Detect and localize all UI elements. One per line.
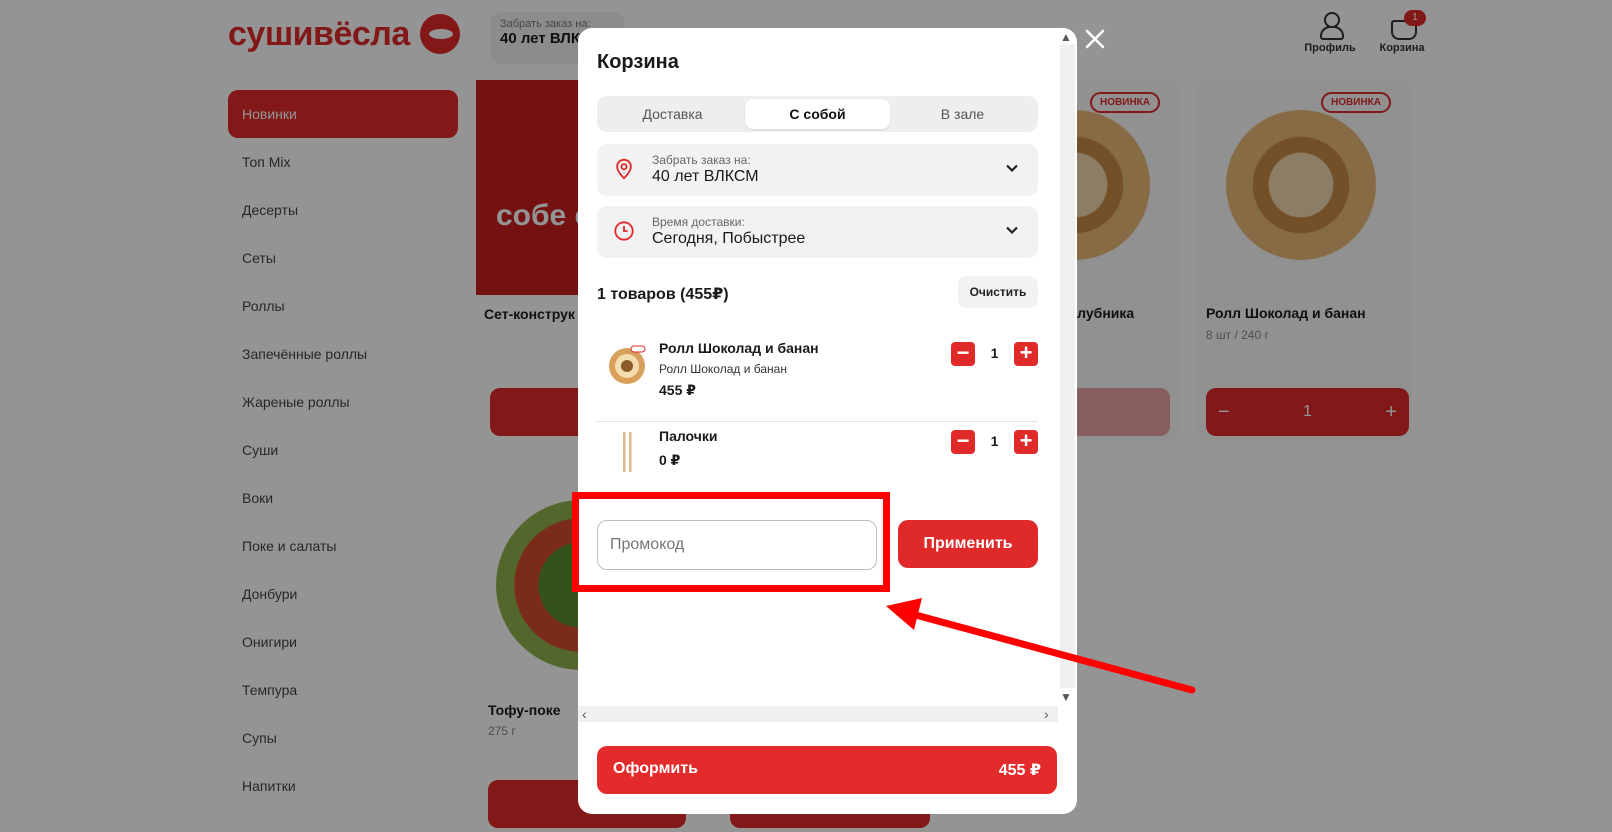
item-name: Палочки (659, 428, 718, 444)
pickup-time-select[interactable]: Время доставки: Сегодня, Побыстрее (597, 206, 1038, 258)
increase-button[interactable]: + (1014, 342, 1038, 366)
tab-dine-in[interactable]: В зале (890, 99, 1035, 129)
time-value: Сегодня, Побыстрее (652, 230, 806, 247)
chevron-down-icon (1006, 164, 1018, 173)
item-qty: 1 (990, 345, 999, 361)
cart-item: Ролл Шоколад и банан Ролл Шоколад и бана… (597, 332, 1038, 412)
order-type-tabs: Доставка С собой В зале (597, 96, 1038, 132)
scroll-right-icon[interactable]: › (1044, 706, 1049, 722)
checkout-button[interactable]: Оформить 455 ₽ (597, 746, 1057, 794)
apply-promo-button[interactable]: Применить (898, 520, 1038, 568)
increase-button[interactable]: + (1014, 430, 1038, 454)
checkout-total: 455 ₽ (998, 762, 1041, 779)
tab-takeaway[interactable]: С собой (745, 99, 890, 129)
item-price: 455 ₽ (659, 382, 696, 398)
scroll-up-icon[interactable]: ▲ (1060, 30, 1072, 44)
quantity-stepper: − 1 + (951, 342, 1038, 366)
item-description: Ролл Шоколад и банан (659, 362, 787, 376)
cart-title: Корзина (597, 51, 679, 73)
decrease-button[interactable]: − (951, 342, 975, 366)
item-qty: 1 (990, 433, 999, 449)
chevron-down-icon (1006, 226, 1018, 235)
checkout-label: Оформить (613, 760, 698, 777)
annotation-highlight-box (572, 492, 890, 592)
time-label: Время доставки: (652, 215, 745, 229)
clear-cart-button[interactable]: Очистить (958, 276, 1038, 308)
close-icon[interactable] (1084, 28, 1106, 50)
scroll-left-icon[interactable]: ‹ (582, 706, 587, 722)
cart-item: Палочки 0 ₽ − 1 + (597, 422, 1038, 482)
decrease-button[interactable]: − (951, 430, 975, 454)
cart-modal: Корзина Доставка С собой В зале Забрать … (578, 28, 1077, 814)
location-pin-icon (616, 158, 632, 180)
item-price: 0 ₽ (659, 452, 681, 468)
roll-image (609, 345, 646, 384)
vertical-scrollbar[interactable] (1060, 44, 1075, 688)
cart-summary: 1 товаров (455₽) (597, 286, 729, 303)
clock-icon (614, 221, 634, 241)
chopsticks-image (623, 432, 632, 472)
tab-delivery[interactable]: Доставка (600, 99, 745, 129)
pickup-value: 40 лет ВЛКСМ (652, 168, 759, 185)
pickup-label: Забрать заказ на: (652, 153, 751, 167)
cart-scroll-area: Корзина Доставка С собой В зале Забрать … (578, 28, 1077, 722)
scroll-down-icon[interactable]: ▼ (1060, 690, 1072, 704)
horizontal-scrollbar[interactable]: ‹ › (578, 706, 1058, 722)
pickup-address-select[interactable]: Забрать заказ на: 40 лет ВЛКСМ (597, 144, 1038, 196)
quantity-stepper: − 1 + (951, 430, 1038, 454)
item-name: Ролл Шоколад и банан (659, 340, 819, 356)
